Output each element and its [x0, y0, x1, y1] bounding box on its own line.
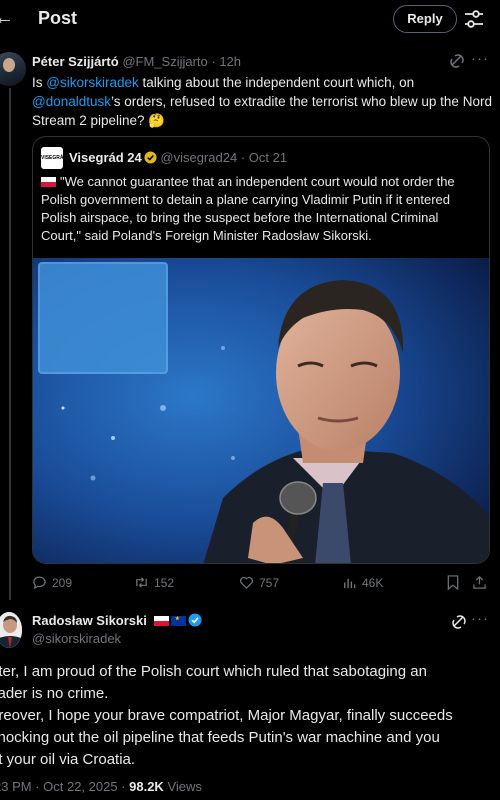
quoted-post[interactable]: VISEGRÁD 24 Visegrád 24 @visegrad24 · Oc… — [32, 136, 490, 564]
view-count[interactable]: 98.2K — [129, 779, 164, 794]
post-time[interactable]: · 12h — [211, 54, 241, 69]
bookmark-icon[interactable] — [446, 575, 460, 590]
flag-poland-icon — [153, 616, 169, 626]
reply-icon — [33, 576, 46, 590]
avatar[interactable] — [0, 612, 22, 648]
author-handle[interactable]: @FM_Szijjarto — [122, 54, 207, 69]
avatar[interactable] — [0, 52, 26, 86]
author-name[interactable]: Péter Szijjártó — [32, 54, 119, 69]
quote-author-name[interactable]: Visegrád 24 — [69, 150, 142, 165]
post-actions: 209 152 757 46K — [32, 575, 492, 593]
repost-icon — [136, 577, 147, 588]
author-name[interactable]: Radosław Sikorski — [32, 613, 147, 628]
verified-icon — [188, 613, 202, 627]
post-timestamp: 23 PM · Oct 22, 2025 · 98.2K Views — [0, 779, 202, 794]
grok-icon[interactable] — [451, 614, 467, 630]
reply-button[interactable]: Reply — [393, 5, 457, 33]
grok-icon[interactable] — [449, 53, 465, 69]
quote-text: "We cannot guarantee that an independent… — [41, 174, 455, 243]
views-action[interactable]: 46K — [342, 575, 383, 590]
repost-action[interactable]: 152 — [134, 575, 174, 590]
back-arrow-icon[interactable]: ← — [0, 8, 14, 28]
flag-poland-icon — [41, 177, 56, 187]
mention-link[interactable]: @sikorskiradek — [46, 75, 138, 90]
post-text: Is @sikorskiradek talking about the inde… — [32, 75, 492, 128]
quote-avatar[interactable]: VISEGRÁD 24 — [41, 147, 67, 183]
quote-photo[interactable] — [33, 258, 489, 563]
reply-author[interactable]: Radosław Sikorski — [32, 613, 202, 628]
top-bar: ← Post Reply — [0, 0, 500, 38]
post-header: Péter Szijjártó @FM_Szijjarto · 12h — [32, 54, 241, 69]
quote-header: Visegrád 24 @visegrad24 · Oct 21 — [69, 150, 287, 165]
quote-date[interactable]: · Oct 21 — [241, 150, 287, 165]
quote-author-handle[interactable]: @visegrad24 — [160, 150, 237, 165]
reply-action[interactable]: 209 — [32, 575, 72, 590]
views-icon — [344, 578, 356, 589]
page-title: Post — [38, 8, 78, 28]
verified-icon — [144, 151, 157, 164]
more-icon[interactable]: ··· — [471, 50, 489, 67]
share-icon[interactable] — [472, 575, 487, 590]
author-handle[interactable]: @sikorskiradek — [32, 631, 121, 646]
flag-eu-icon — [170, 613, 186, 626]
like-action[interactable]: 757 — [239, 575, 279, 590]
like-icon — [240, 576, 253, 589]
reply-text: eter, I am proud of the Polish court whi… — [0, 663, 453, 768]
thread-connector — [9, 88, 11, 600]
photo-speaker — [33, 258, 489, 563]
settings-icon[interactable] — [462, 8, 486, 30]
thinking-emoji: 🤔 — [148, 113, 166, 128]
more-icon[interactable]: ··· — [471, 610, 489, 627]
mention-link[interactable]: @donaldtusk — [32, 94, 111, 109]
